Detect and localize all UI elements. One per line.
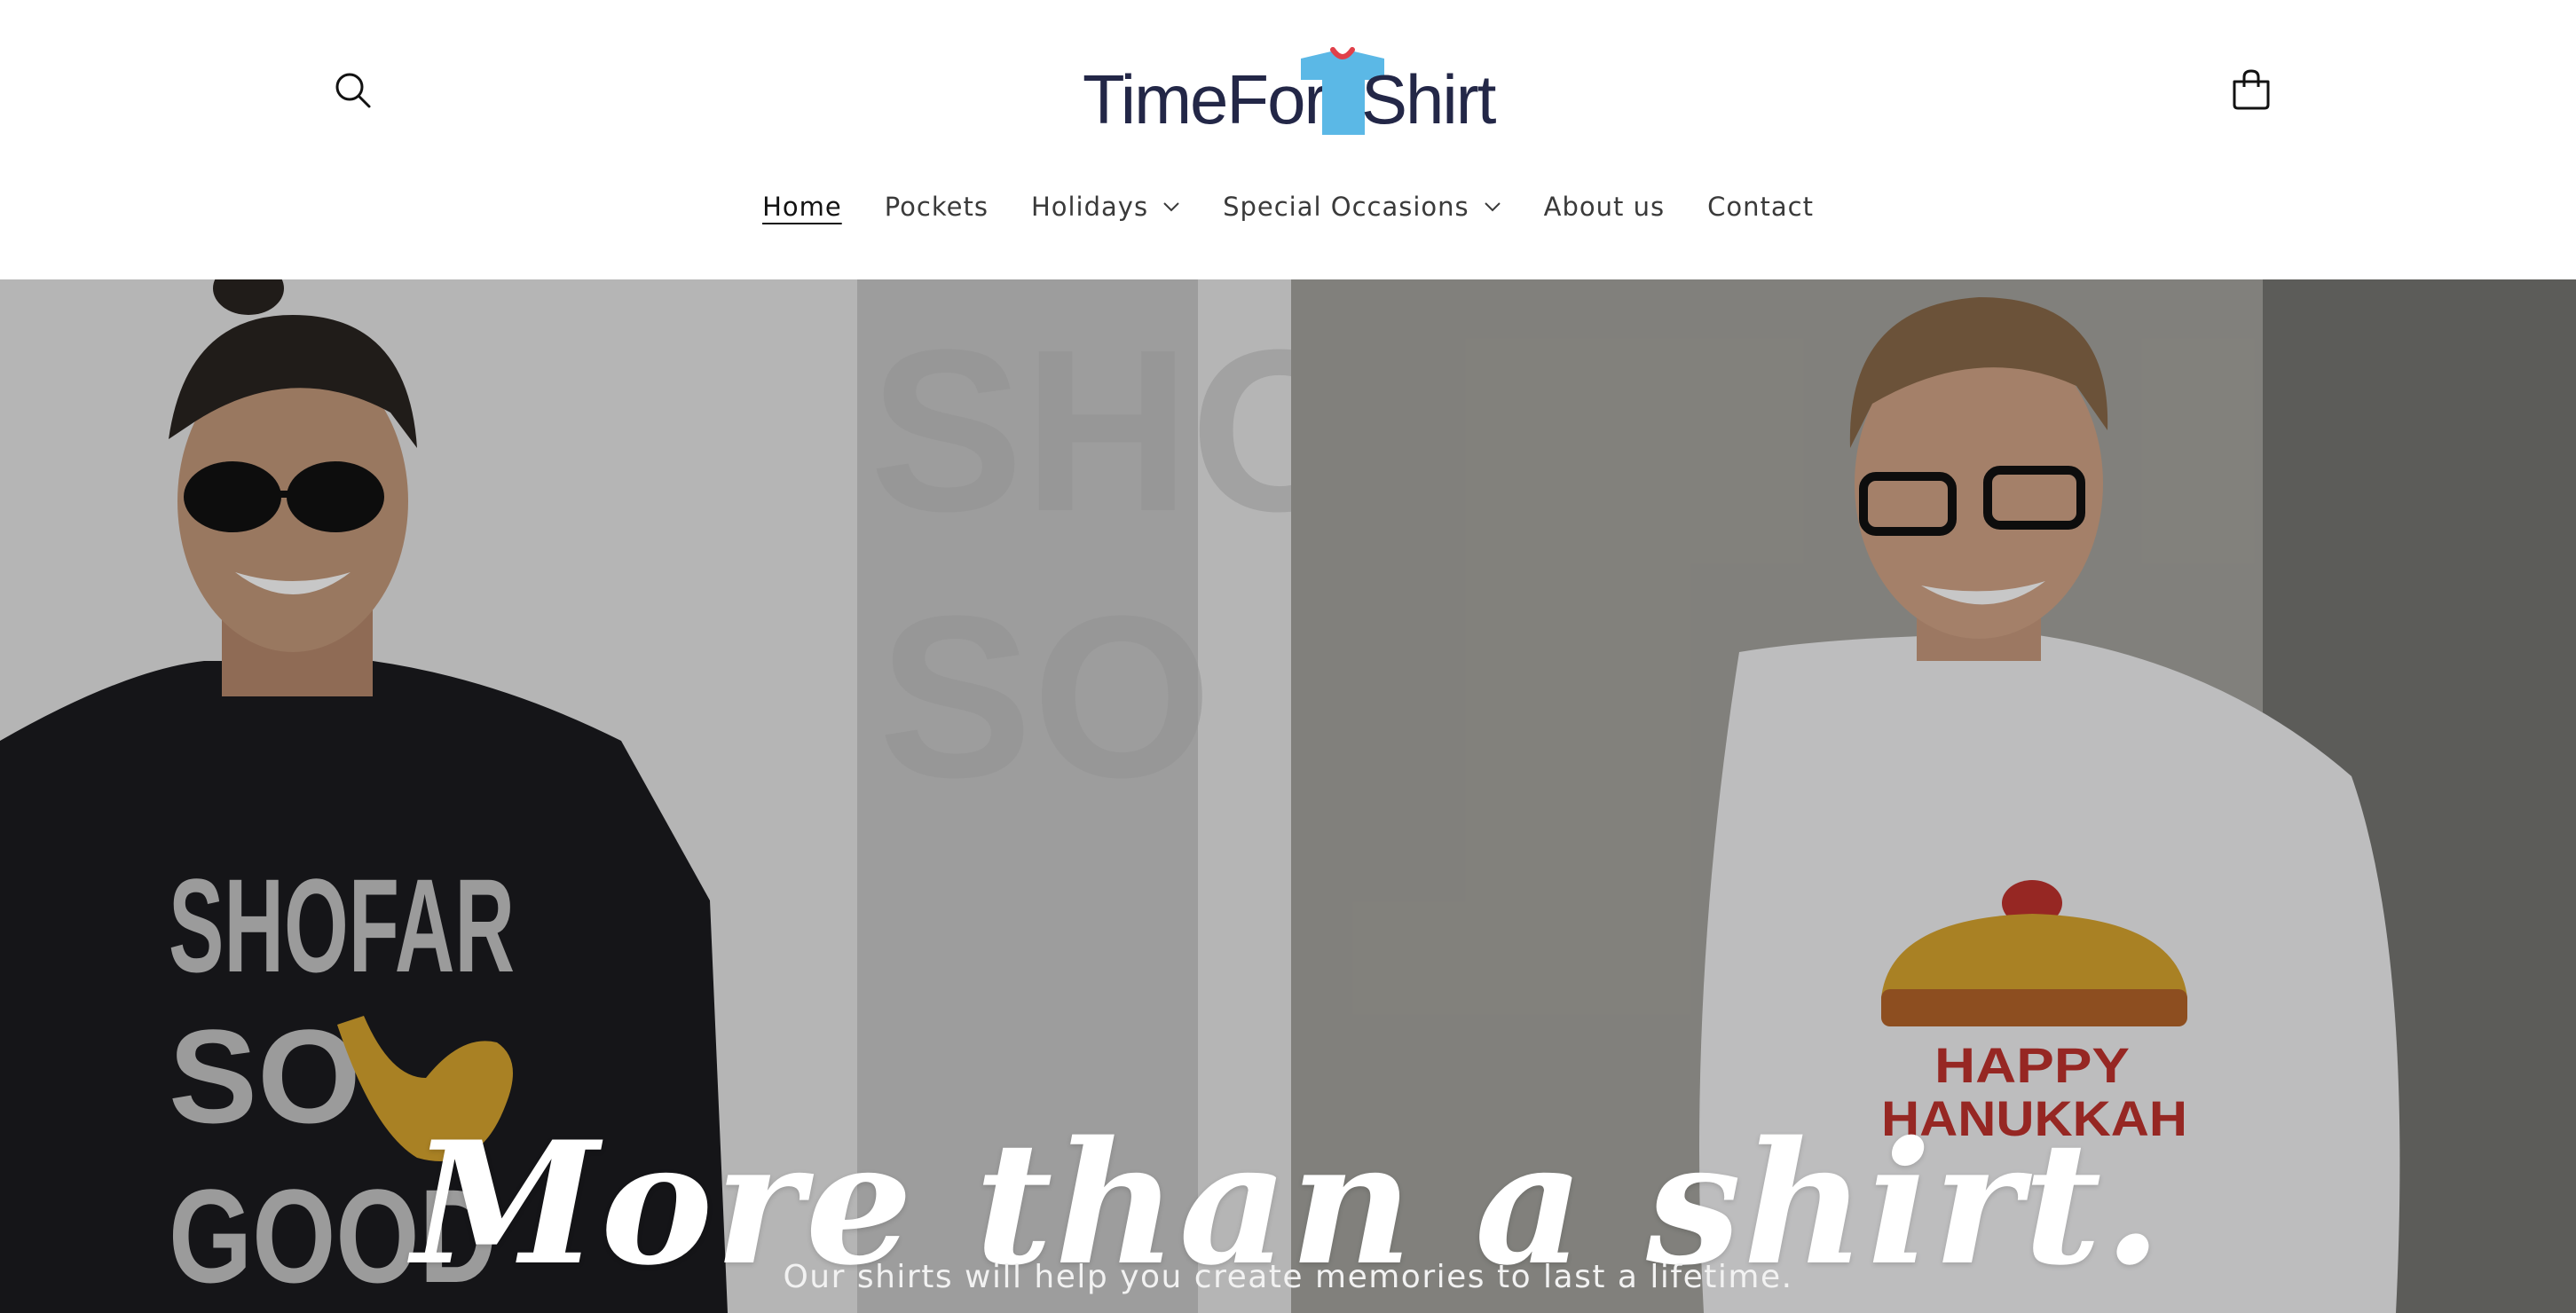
nav-item-contact[interactable]: Contact — [1686, 182, 1835, 232]
nav-label-special-occasions: Special Occasions — [1223, 192, 1469, 222]
chevron-down-icon — [1163, 202, 1179, 212]
nav-label-home: Home — [762, 192, 842, 222]
site-header: TimeFor Shirt Home Pockets Holidays Spec… — [0, 0, 2576, 279]
cart-button[interactable] — [2226, 66, 2276, 115]
nav-item-home[interactable]: Home — [741, 182, 863, 232]
site-logo[interactable]: TimeFor Shirt — [1083, 43, 1500, 138]
search-button[interactable] — [330, 67, 378, 115]
logo-text-timefor: TimeFor — [1083, 60, 1327, 138]
cart-icon — [2233, 69, 2270, 110]
nav-item-about-us[interactable]: About us — [1523, 182, 1686, 232]
nav-label-holidays: Holidays — [1030, 192, 1149, 222]
nav-label-contact: Contact — [1707, 192, 1814, 222]
main-nav: Home Pockets Holidays Special Occasions … — [0, 182, 2576, 232]
nav-label-about-us: About us — [1543, 192, 1666, 222]
search-icon — [335, 73, 371, 108]
chevron-down-icon — [1484, 202, 1501, 212]
nav-item-special-occasions[interactable]: Special Occasions — [1201, 182, 1523, 232]
nav-item-pockets[interactable]: Pockets — [863, 182, 1010, 232]
nav-item-holidays[interactable]: Holidays — [1010, 182, 1201, 232]
logo-text-shirt: Shirt — [1361, 60, 1496, 138]
nav-label-pockets: Pockets — [884, 192, 989, 222]
hero-banner: SHO SO SHOFAR SO GOOD HAPPY HANUKKAH Mor… — [0, 279, 2576, 1313]
hero-subheading: Our shirts will help you create memories… — [783, 1259, 1793, 1295]
